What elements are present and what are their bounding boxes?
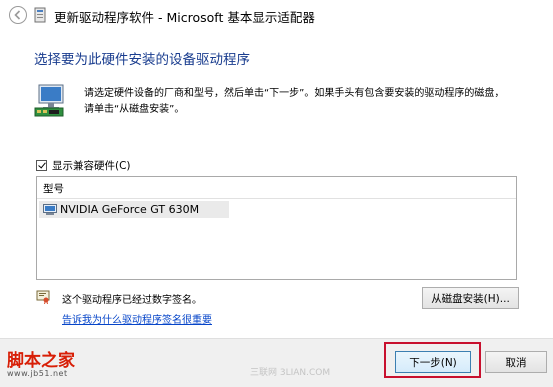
list-column-header-model: 型号 xyxy=(43,183,64,195)
show-compatible-label: 显示兼容硬件(C) xyxy=(52,160,131,172)
instruction-text: 请选定硬件设备的厂商和型号，然后单击“下一步”。如果手头有包含要安装的驱动程序的… xyxy=(84,86,524,118)
show-compatible-hardware-checkbox[interactable]: 显示兼容硬件(C) xyxy=(36,158,131,173)
digital-signature-icon xyxy=(36,290,50,304)
instruction-line-2: 请单击“从磁盘安装”。 xyxy=(84,104,185,115)
window-title: 更新驱动程序软件 - Microsoft 基本显示适配器 xyxy=(54,10,315,25)
title-bar: 更新驱动程序软件 - Microsoft 基本显示适配器 xyxy=(0,0,553,30)
model-list[interactable]: 型号 NVIDIA GeForce GT 630M xyxy=(36,176,517,280)
cancel-button[interactable]: 取消 xyxy=(485,351,547,373)
header-divider xyxy=(37,198,516,199)
signature-info-link[interactable]: 告诉我为什么驱动程序签名很重要 xyxy=(62,311,212,326)
page-heading: 选择要为此硬件安装的设备驱动程序 xyxy=(34,52,250,68)
instruction-line-1: 请选定硬件设备的厂商和型号，然后单击“下一步”。如果手头有包含要安装的驱动程序的… xyxy=(84,88,505,99)
checkbox-checked[interactable] xyxy=(36,160,47,171)
watermark-center: 三联网 3LIAN.COM xyxy=(250,368,331,378)
back-arrow-icon[interactable] xyxy=(8,5,28,25)
list-item-label: NVIDIA GeForce GT 630M xyxy=(60,203,200,216)
highlight-box xyxy=(384,342,481,378)
list-item[interactable]: NVIDIA GeForce GT 630M xyxy=(39,201,229,218)
monitor-hardware-icon xyxy=(34,84,64,117)
watermark-url: www.jb51.net xyxy=(7,369,68,378)
watermark-logo: 脚本之家 xyxy=(7,351,75,371)
signed-status-text: 这个驱动程序已经过数字签名。 xyxy=(62,295,202,306)
display-adapter-icon xyxy=(43,203,57,215)
have-disk-button[interactable]: 从磁盘安装(H)... xyxy=(422,287,519,309)
device-manager-icon xyxy=(34,7,46,23)
